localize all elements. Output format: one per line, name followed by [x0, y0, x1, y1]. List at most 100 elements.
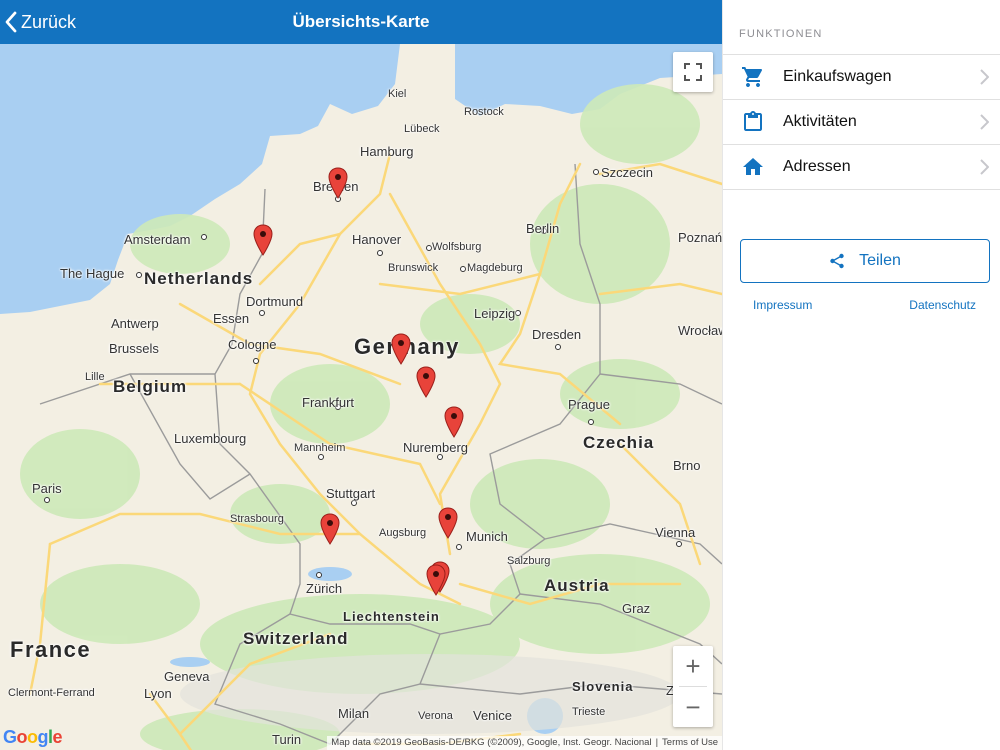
zoom-in-button[interactable]: + [673, 646, 713, 686]
city-dot [136, 272, 142, 278]
map-label-nuremberg: Nuremberg [403, 440, 469, 455]
map-attribution: Map data ©2019 GeoBasis-DE/BKG (©2009), … [327, 736, 722, 750]
zoom-out-button[interactable]: − [673, 687, 713, 727]
share-icon [830, 253, 844, 269]
terms-of-use-link[interactable]: Terms of Use [662, 737, 718, 748]
google-logo: Google [3, 727, 63, 747]
page-title: Übersichts-Karte [292, 12, 430, 31]
alps [180, 654, 680, 734]
city-dot [259, 310, 265, 316]
map-label-cologne: Cologne [228, 337, 277, 352]
city-dot [593, 169, 599, 175]
clipboard-icon [744, 111, 762, 131]
menu-item-aktivitaeten[interactable]: Aktivitäten [723, 100, 1000, 145]
city-dot [456, 544, 462, 550]
map-label-brussels: Brussels [109, 341, 159, 356]
back-button[interactable]: Zurück [4, 0, 76, 44]
function-menu: Einkaufswagen Aktivitäten Adressen [723, 54, 1000, 190]
map-label-liechtenstein: Liechtenstein [343, 609, 440, 624]
chevron-left-icon [5, 11, 17, 33]
map-label-dresden: Dresden [532, 327, 582, 342]
menu-item-adressen[interactable]: Adressen [723, 145, 1000, 190]
menu-item-einkaufswagen[interactable]: Einkaufswagen [723, 55, 1000, 100]
map-marker[interactable] [438, 507, 458, 539]
map-label-essen: Essen [213, 311, 250, 326]
back-label: Zurück [21, 11, 77, 32]
city-dot [676, 541, 682, 547]
map-label-hanover: Hanover [352, 232, 402, 247]
map-label-milan: Milan [338, 706, 370, 721]
map-label-trieste: Trieste [572, 706, 606, 718]
map-label-lyon: Lyon [144, 686, 172, 701]
map-label-brunswick: Brunswick [388, 262, 439, 274]
share-button[interactable]: Teilen [740, 239, 990, 283]
chevron-right-icon [980, 159, 989, 175]
menu-item-label: Adressen [783, 158, 851, 175]
datenschutz-link[interactable]: Datenschutz [909, 298, 976, 312]
map-marker[interactable] [426, 564, 446, 596]
map-marker[interactable] [416, 366, 436, 398]
city-dot [316, 572, 322, 578]
map-label-magdeburg: Magdeburg [467, 262, 523, 274]
minus-icon: − [685, 692, 701, 722]
map-data-credit: Map data ©2019 GeoBasis-DE/BKG (©2009), … [331, 737, 652, 748]
map-label-graz: Graz [622, 601, 651, 616]
cart-icon [742, 67, 763, 87]
fullscreen-icon [684, 63, 702, 81]
map-view[interactable]: Kiel Rostock Lübeck Hamburg Bremen Szcze… [0, 44, 722, 750]
map-label-belgium: Belgium [113, 377, 188, 396]
map-label-salzburg: Salzburg [507, 555, 551, 567]
map-marker[interactable] [391, 333, 411, 365]
city-dot [44, 497, 50, 503]
map-label-leipzig: Leipzig [474, 306, 516, 321]
map-label-verona: Verona [418, 710, 453, 722]
map-marker[interactable] [328, 167, 348, 199]
map-label-turin: Turin [272, 732, 302, 747]
map-label-berlin: Berlin [526, 221, 560, 236]
map-label-paris: Paris [32, 481, 62, 496]
map-label-munich: Munich [466, 529, 508, 544]
map-label-amsterdam: Amsterdam [124, 232, 191, 247]
map-marker[interactable] [253, 224, 273, 256]
city-dot [377, 250, 383, 256]
city-dot [201, 234, 207, 240]
city-dot [460, 266, 466, 272]
fullscreen-button[interactable] [673, 52, 713, 92]
map-label-prague: Prague [568, 397, 610, 412]
map-label-slovenia: Slovenia [572, 679, 634, 694]
city-dot [318, 454, 324, 460]
map-label-wolfsburg: Wolfsburg [432, 241, 482, 253]
plus-icon: + [685, 651, 701, 681]
lake [308, 567, 352, 581]
map-label-zurich: Zürich [306, 581, 343, 596]
home-icon [743, 158, 763, 175]
impressum-link[interactable]: Impressum [753, 298, 812, 312]
map-marker[interactable] [320, 513, 340, 545]
map-label-clermont: Clermont-Ferrand [8, 687, 95, 699]
map-label-dortmund: Dortmund [246, 294, 304, 309]
map-label-geneva: Geneva [164, 669, 210, 684]
map-label-wroclaw: Wrocław [678, 323, 722, 338]
map-label-france: France [10, 637, 92, 662]
map-marker[interactable] [444, 406, 464, 438]
map-label-venice: Venice [473, 708, 513, 723]
map-label-vienna: Vienna [655, 525, 696, 540]
map-label-switzerland: Switzerland [243, 629, 349, 648]
map-label-rostock: Rostock [464, 106, 504, 118]
chevron-right-icon [980, 114, 989, 130]
map-label-brno: Brno [673, 458, 701, 473]
city-dot [253, 358, 259, 364]
map-label-netherlands: Netherlands [144, 269, 254, 288]
city-dot [555, 344, 561, 350]
chevron-right-icon [980, 69, 989, 85]
zoom-control: + − [673, 646, 713, 727]
side-panel: FUNKTIONEN Einkaufswagen Aktivitäten Adr… [722, 0, 1000, 750]
menu-item-label: Aktivitäten [783, 113, 857, 130]
city-dot [515, 310, 521, 316]
map-label-czechia: Czechia [583, 433, 655, 452]
lake [170, 657, 210, 667]
map-label-mannheim: Mannheim [294, 442, 346, 454]
share-label: Teilen [859, 252, 901, 269]
map-label-stuttgart: Stuttgart [326, 486, 376, 501]
menu-item-label: Einkaufswagen [783, 68, 892, 85]
